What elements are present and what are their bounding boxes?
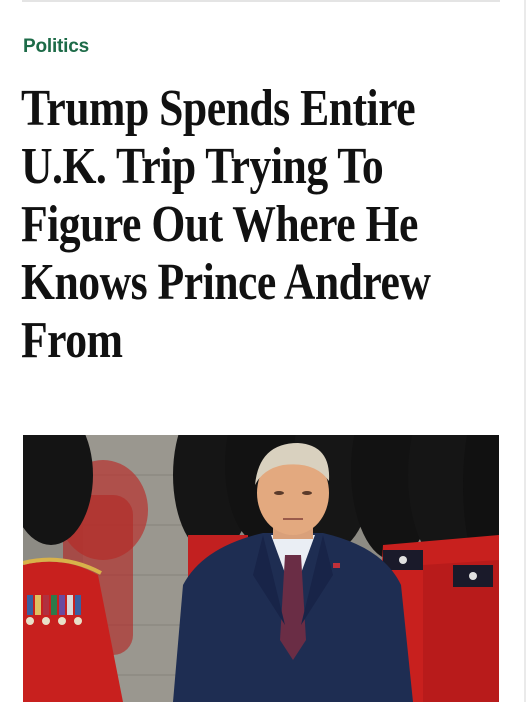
top-divider — [22, 0, 500, 2]
headline-line: U.K. Trip Trying To — [21, 138, 384, 195]
headline: Trump Spends Entire U.K. Trip Trying To … — [21, 80, 433, 370]
headline-line: Figure Out Where He — [21, 196, 418, 253]
headline-line: Trump Spends Entire — [21, 80, 416, 137]
headline-line: Knows Prince Andrew — [21, 254, 431, 311]
hero-photo[interactable] — [23, 435, 499, 702]
headline-line: From — [21, 312, 123, 369]
category-link[interactable]: Politics — [23, 36, 89, 58]
news-photo-icon — [23, 435, 499, 702]
